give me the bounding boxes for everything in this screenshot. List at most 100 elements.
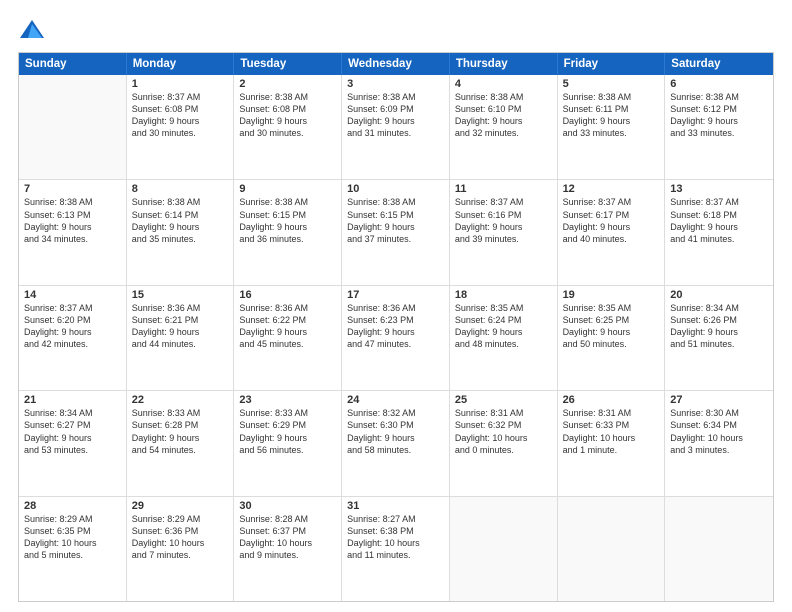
cell-info-line: and 39 minutes. bbox=[455, 233, 552, 245]
day-number: 25 bbox=[455, 394, 552, 406]
cell-info-line: Daylight: 9 hours bbox=[670, 221, 768, 233]
cell-info-line: Sunrise: 8:36 AM bbox=[132, 302, 229, 314]
cell-info-line: Sunrise: 8:31 AM bbox=[455, 407, 552, 419]
cell-info-line: Sunrise: 8:38 AM bbox=[455, 91, 552, 103]
cell-info-line: Sunrise: 8:37 AM bbox=[132, 91, 229, 103]
cell-info-line: Sunrise: 8:32 AM bbox=[347, 407, 444, 419]
header-day-thursday: Thursday bbox=[450, 53, 558, 75]
cell-info-line: Sunrise: 8:38 AM bbox=[670, 91, 768, 103]
cell-info-line: Daylight: 9 hours bbox=[132, 221, 229, 233]
cell-info-line: Sunrise: 8:35 AM bbox=[563, 302, 660, 314]
cell-info-line: and 45 minutes. bbox=[239, 338, 336, 350]
header-day-wednesday: Wednesday bbox=[342, 53, 450, 75]
cell-info-line: Sunset: 6:10 PM bbox=[455, 103, 552, 115]
day-number: 14 bbox=[24, 289, 121, 301]
calendar: SundayMondayTuesdayWednesdayThursdayFrid… bbox=[18, 52, 774, 602]
cell-info-line: Daylight: 9 hours bbox=[239, 432, 336, 444]
cell-info-line: Daylight: 9 hours bbox=[670, 326, 768, 338]
cell-info-line: and 3 minutes. bbox=[670, 444, 768, 456]
day-number: 3 bbox=[347, 78, 444, 90]
cell-info-line: and 58 minutes. bbox=[347, 444, 444, 456]
cell-info-line: Daylight: 9 hours bbox=[563, 115, 660, 127]
cell-info-line: Sunrise: 8:34 AM bbox=[24, 407, 121, 419]
cell-info-line: Sunrise: 8:28 AM bbox=[239, 513, 336, 525]
day-number: 20 bbox=[670, 289, 768, 301]
calendar-cell: 22Sunrise: 8:33 AMSunset: 6:28 PMDayligh… bbox=[127, 391, 235, 495]
cell-info-line: Sunrise: 8:35 AM bbox=[455, 302, 552, 314]
calendar-cell: 4Sunrise: 8:38 AMSunset: 6:10 PMDaylight… bbox=[450, 75, 558, 179]
cell-info-line: Sunrise: 8:38 AM bbox=[24, 196, 121, 208]
cell-info-line: and 56 minutes. bbox=[239, 444, 336, 456]
cell-info-line: Sunset: 6:36 PM bbox=[132, 525, 229, 537]
cell-info-line: Sunset: 6:17 PM bbox=[563, 209, 660, 221]
cell-info-line: Sunrise: 8:36 AM bbox=[347, 302, 444, 314]
calendar-cell: 18Sunrise: 8:35 AMSunset: 6:24 PMDayligh… bbox=[450, 286, 558, 390]
cell-info-line: Sunset: 6:08 PM bbox=[132, 103, 229, 115]
cell-info-line: and 30 minutes. bbox=[239, 127, 336, 139]
day-number: 17 bbox=[347, 289, 444, 301]
day-number: 15 bbox=[132, 289, 229, 301]
cell-info-line: Daylight: 9 hours bbox=[455, 115, 552, 127]
cell-info-line: and 36 minutes. bbox=[239, 233, 336, 245]
cell-info-line: and 30 minutes. bbox=[132, 127, 229, 139]
calendar-cell: 9Sunrise: 8:38 AMSunset: 6:15 PMDaylight… bbox=[234, 180, 342, 284]
cell-info-line: Sunrise: 8:36 AM bbox=[239, 302, 336, 314]
cell-info-line: Sunrise: 8:29 AM bbox=[132, 513, 229, 525]
calendar-cell: 23Sunrise: 8:33 AMSunset: 6:29 PMDayligh… bbox=[234, 391, 342, 495]
day-number: 19 bbox=[563, 289, 660, 301]
calendar-cell: 26Sunrise: 8:31 AMSunset: 6:33 PMDayligh… bbox=[558, 391, 666, 495]
calendar-row-3: 21Sunrise: 8:34 AMSunset: 6:27 PMDayligh… bbox=[19, 390, 773, 495]
header-day-saturday: Saturday bbox=[665, 53, 773, 75]
cell-info-line: Sunset: 6:20 PM bbox=[24, 314, 121, 326]
calendar-cell: 25Sunrise: 8:31 AMSunset: 6:32 PMDayligh… bbox=[450, 391, 558, 495]
day-number: 30 bbox=[239, 500, 336, 512]
day-number: 24 bbox=[347, 394, 444, 406]
cell-info-line: Sunset: 6:34 PM bbox=[670, 419, 768, 431]
cell-info-line: Daylight: 9 hours bbox=[347, 115, 444, 127]
cell-info-line: Daylight: 9 hours bbox=[455, 326, 552, 338]
calendar-cell: 6Sunrise: 8:38 AMSunset: 6:12 PMDaylight… bbox=[665, 75, 773, 179]
cell-info-line: Daylight: 9 hours bbox=[24, 221, 121, 233]
cell-info-line: Daylight: 10 hours bbox=[132, 537, 229, 549]
day-number: 9 bbox=[239, 183, 336, 195]
header-day-monday: Monday bbox=[127, 53, 235, 75]
cell-info-line: Sunrise: 8:27 AM bbox=[347, 513, 444, 525]
cell-info-line: Daylight: 9 hours bbox=[347, 326, 444, 338]
cell-info-line: Sunrise: 8:38 AM bbox=[239, 91, 336, 103]
cell-info-line: Sunset: 6:33 PM bbox=[563, 419, 660, 431]
cell-info-line: Daylight: 10 hours bbox=[455, 432, 552, 444]
cell-info-line: Daylight: 10 hours bbox=[347, 537, 444, 549]
calendar-cell: 28Sunrise: 8:29 AMSunset: 6:35 PMDayligh… bbox=[19, 497, 127, 601]
calendar-cell: 20Sunrise: 8:34 AMSunset: 6:26 PMDayligh… bbox=[665, 286, 773, 390]
day-number: 18 bbox=[455, 289, 552, 301]
cell-info-line: Sunset: 6:16 PM bbox=[455, 209, 552, 221]
cell-info-line: Sunset: 6:28 PM bbox=[132, 419, 229, 431]
calendar-cell: 15Sunrise: 8:36 AMSunset: 6:21 PMDayligh… bbox=[127, 286, 235, 390]
cell-info-line: Daylight: 9 hours bbox=[132, 115, 229, 127]
day-number: 16 bbox=[239, 289, 336, 301]
cell-info-line: and 0 minutes. bbox=[455, 444, 552, 456]
cell-info-line: Daylight: 9 hours bbox=[563, 221, 660, 233]
cell-info-line: Sunset: 6:32 PM bbox=[455, 419, 552, 431]
logo-icon bbox=[18, 16, 46, 44]
calendar-cell: 13Sunrise: 8:37 AMSunset: 6:18 PMDayligh… bbox=[665, 180, 773, 284]
day-number: 1 bbox=[132, 78, 229, 90]
cell-info-line: Sunrise: 8:30 AM bbox=[670, 407, 768, 419]
cell-info-line: and 9 minutes. bbox=[239, 549, 336, 561]
calendar-cell bbox=[450, 497, 558, 601]
cell-info-line: Sunset: 6:24 PM bbox=[455, 314, 552, 326]
calendar-cell: 5Sunrise: 8:38 AMSunset: 6:11 PMDaylight… bbox=[558, 75, 666, 179]
calendar-cell: 29Sunrise: 8:29 AMSunset: 6:36 PMDayligh… bbox=[127, 497, 235, 601]
calendar-cell: 10Sunrise: 8:38 AMSunset: 6:15 PMDayligh… bbox=[342, 180, 450, 284]
cell-info-line: Sunrise: 8:37 AM bbox=[670, 196, 768, 208]
cell-info-line: Sunset: 6:27 PM bbox=[24, 419, 121, 431]
page: SundayMondayTuesdayWednesdayThursdayFrid… bbox=[0, 0, 792, 612]
cell-info-line: Daylight: 10 hours bbox=[24, 537, 121, 549]
cell-info-line: Sunrise: 8:38 AM bbox=[347, 196, 444, 208]
header bbox=[18, 16, 774, 44]
calendar-cell: 8Sunrise: 8:38 AMSunset: 6:14 PMDaylight… bbox=[127, 180, 235, 284]
cell-info-line: and 54 minutes. bbox=[132, 444, 229, 456]
cell-info-line: Sunrise: 8:37 AM bbox=[24, 302, 121, 314]
cell-info-line: Daylight: 10 hours bbox=[563, 432, 660, 444]
calendar-cell: 2Sunrise: 8:38 AMSunset: 6:08 PMDaylight… bbox=[234, 75, 342, 179]
